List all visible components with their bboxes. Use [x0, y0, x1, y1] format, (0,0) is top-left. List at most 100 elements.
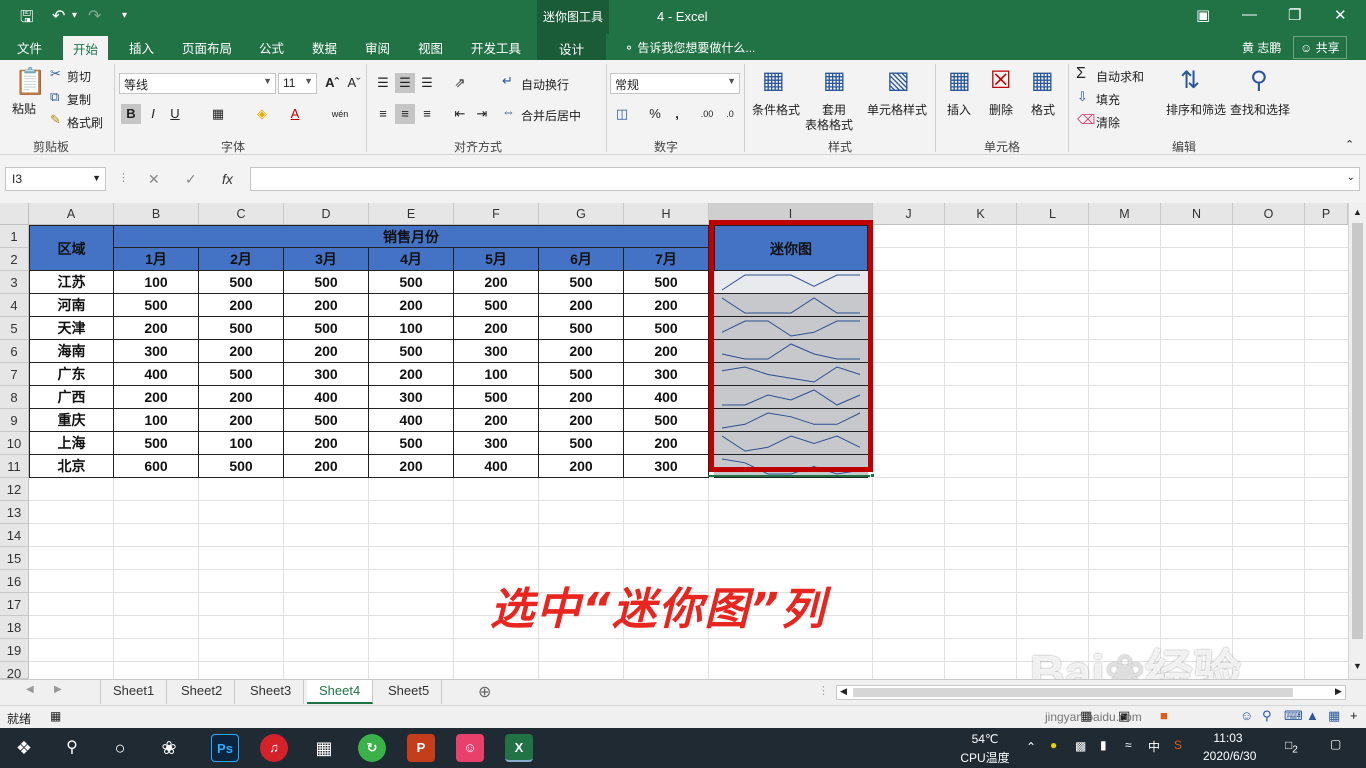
redo-icon[interactable]: ↷	[88, 6, 101, 26]
column-header-m[interactable]: M	[1089, 203, 1161, 225]
region-cell[interactable]: 广东	[29, 363, 114, 386]
align-right-icon[interactable]: ≡	[417, 104, 437, 124]
align-middle-icon[interactable]: ☰	[395, 73, 415, 93]
value-cell[interactable]: 200	[624, 294, 709, 317]
number-format-combo[interactable]: 常规 ▼	[610, 73, 740, 94]
row-header-17[interactable]: 17	[0, 593, 29, 616]
browser-icon[interactable]: ↻	[358, 734, 386, 762]
value-cell[interactable]: 300	[624, 363, 709, 386]
month-header-cell[interactable]: 4月	[369, 248, 454, 271]
value-cell[interactable]: 500	[539, 271, 624, 294]
horizontal-scrollbar[interactable]: ◀ ▶	[836, 685, 1346, 700]
value-cell[interactable]: 200	[284, 432, 369, 455]
align-bottom-icon[interactable]: ☰	[417, 73, 437, 93]
value-cell[interactable]: 200	[114, 386, 199, 409]
increase-decimal-icon[interactable]: .00	[697, 104, 717, 124]
region-cell[interactable]: 重庆	[29, 409, 114, 432]
customize-qat-icon[interactable]: ▾	[122, 10, 127, 21]
row-header-15[interactable]: 15	[0, 547, 29, 570]
month-header-cell[interactable]: 1月	[114, 248, 199, 271]
show-hidden-icon[interactable]: ⌃	[1026, 740, 1036, 754]
value-cell[interactable]: 500	[624, 271, 709, 294]
tab-design[interactable]: 设计	[537, 34, 607, 60]
tab-file[interactable]: 文件	[17, 38, 42, 57]
autosum-icon[interactable]: Σ	[1076, 65, 1086, 83]
value-cell[interactable]: 200	[454, 409, 539, 432]
column-header-j[interactable]: J	[873, 203, 945, 225]
enter-icon[interactable]: ✓	[185, 171, 197, 188]
value-cell[interactable]: 500	[539, 432, 624, 455]
macro-record-icon[interactable]: ▦	[50, 709, 61, 723]
value-cell[interactable]: 500	[454, 294, 539, 317]
value-cell[interactable]: 200	[539, 455, 624, 478]
row-header-16[interactable]: 16	[0, 570, 29, 593]
fill-icon[interactable]: ⇩	[1077, 89, 1088, 105]
value-cell[interactable]: 500	[114, 432, 199, 455]
format-cells-icon[interactable]: ▦	[1031, 66, 1054, 95]
wifi-icon[interactable]: ≈	[1125, 738, 1132, 752]
value-cell[interactable]: 500	[539, 317, 624, 340]
tab-review[interactable]: 审阅	[365, 38, 390, 57]
value-cell[interactable]: 100	[114, 271, 199, 294]
orientation-icon[interactable]: ⇗	[450, 73, 470, 93]
copy-icon[interactable]: ⧉	[50, 89, 59, 105]
region-cell[interactable]: 上海	[29, 432, 114, 455]
expand-formula-icon[interactable]: ⌄	[1347, 172, 1355, 183]
notification-icon[interactable]: □2	[1285, 738, 1298, 755]
restore-icon[interactable]: ❐	[1288, 6, 1301, 24]
region-cell[interactable]: 海南	[29, 340, 114, 363]
sales-month-header-cell[interactable]: 销售月份	[114, 225, 709, 248]
wrap-text-icon[interactable]: ↵	[502, 73, 513, 89]
value-cell[interactable]: 400	[624, 386, 709, 409]
clear-icon[interactable]: ⌫	[1077, 112, 1095, 128]
sheet-tab-1[interactable]: Sheet1	[100, 680, 168, 704]
value-cell[interactable]: 500	[284, 317, 369, 340]
row-header-14[interactable]: 14	[0, 524, 29, 547]
decrease-font-icon[interactable]: Aˇ	[344, 73, 364, 93]
format-as-table-icon[interactable]: ▦	[823, 66, 846, 95]
fill-button[interactable]: 填充	[1096, 91, 1120, 108]
find-select-button[interactable]: 查找和选择	[1230, 101, 1290, 118]
paste-button[interactable]: 粘贴	[12, 100, 36, 117]
prev-sheet-icon[interactable]: ◀	[26, 684, 34, 695]
paste-icon[interactable]: 📋	[14, 66, 46, 97]
value-cell[interactable]: 300	[284, 363, 369, 386]
value-cell[interactable]: 400	[284, 386, 369, 409]
row-header-1[interactable]: 1	[0, 225, 29, 248]
column-header-o[interactable]: O	[1233, 203, 1305, 225]
value-cell[interactable]: 200	[199, 294, 284, 317]
value-cell[interactable]: 400	[454, 455, 539, 478]
tab-page-layout[interactable]: 页面布局	[182, 38, 232, 57]
row-header-9[interactable]: 9	[0, 409, 29, 432]
vertical-scrollbar[interactable]: ▲ ▼	[1348, 203, 1366, 679]
font-size-combo[interactable]: 11 ▼	[278, 73, 317, 94]
add-sheet-icon[interactable]: ⊕	[478, 682, 491, 702]
find-select-icon[interactable]: ⚲	[1250, 66, 1268, 95]
value-cell[interactable]: 300	[454, 432, 539, 455]
region-header-cell[interactable]: 区域	[29, 225, 114, 271]
row-header-5[interactable]: 5	[0, 317, 29, 340]
font-color-icon[interactable]: A	[285, 104, 305, 124]
percent-button[interactable]: %	[645, 104, 665, 124]
user-name[interactable]: 黄 志鹏	[1242, 39, 1281, 56]
select-all-corner[interactable]	[0, 203, 29, 225]
value-cell[interactable]: 500	[114, 294, 199, 317]
formula-input[interactable]: ⌄	[250, 167, 1360, 191]
save-icon[interactable]: 🖫	[20, 6, 34, 33]
value-cell[interactable]: 200	[539, 386, 624, 409]
month-header-cell[interactable]: 7月	[624, 248, 709, 271]
windows-start-icon[interactable]: ❖	[10, 734, 38, 762]
cell-styles-icon[interactable]: ▧	[887, 66, 910, 95]
value-cell[interactable]: 300	[624, 455, 709, 478]
search-icon[interactable]: ⚲	[58, 734, 86, 762]
value-cell[interactable]: 200	[284, 455, 369, 478]
share-button[interactable]: ☺ 共享	[1293, 36, 1347, 59]
calculator-icon[interactable]: ▦	[310, 734, 338, 762]
minimize-icon[interactable]: —	[1242, 6, 1257, 23]
font-name-combo[interactable]: 等线 ▼	[119, 73, 276, 94]
tray-app2-icon[interactable]: ▩	[1075, 739, 1086, 753]
conditional-format-button[interactable]: 条件格式	[752, 101, 800, 118]
microphone-icon[interactable]: ⚲	[1262, 708, 1272, 724]
align-top-icon[interactable]: ☰	[373, 73, 393, 93]
sogou-tray-icon[interactable]: S	[1174, 738, 1182, 752]
